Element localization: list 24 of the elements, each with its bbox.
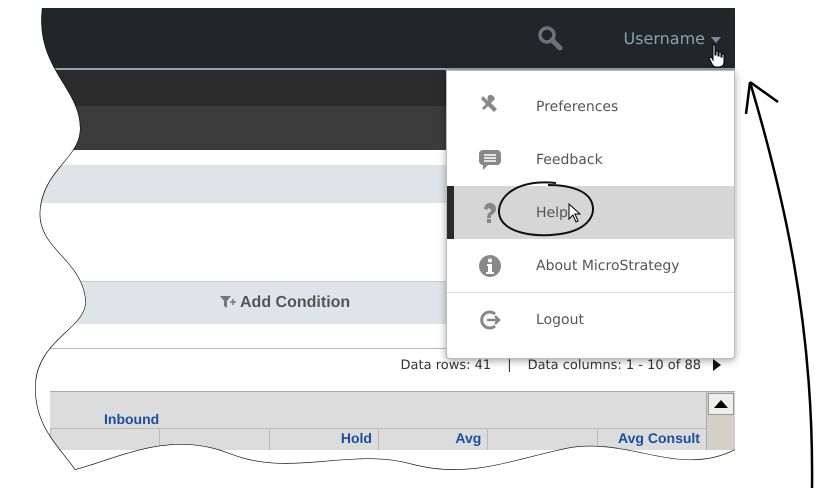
username-menu[interactable]: Username [623,28,705,48]
separator: | [507,358,512,372]
menu-item[interactable]: Help [447,186,734,239]
column-header[interactable]: Hold [340,430,372,447]
menu-item[interactable]: About MicroStrategy [447,239,734,292]
speech-bubble-icon [478,148,502,172]
search-icon[interactable] [537,25,564,51]
arrow-cursor-icon [568,202,582,222]
data-rows-count: Data rows: 41 [400,358,492,372]
scrollbar[interactable] [706,392,735,450]
info-icon [478,254,502,278]
column-header[interactable]: Avg Consult [618,430,700,447]
filter-add-icon [220,296,236,310]
column-header[interactable]: Avg [455,430,482,447]
data-columns-range: Data columns: 1 - 10 of 88 [528,358,701,372]
add-condition-button[interactable]: Add Condition [218,292,352,314]
column-group-header[interactable]: Inbound [104,411,160,428]
menu-item[interactable]: Preferences [447,80,734,133]
next-arrow-icon[interactable] [713,359,721,371]
hand-cursor-icon [708,44,726,68]
exit-arrow-icon [478,308,502,332]
menu-item[interactable]: Logout [447,293,734,346]
scroll-up-icon[interactable] [708,393,734,415]
menu-item[interactable]: Feedback [447,133,734,186]
